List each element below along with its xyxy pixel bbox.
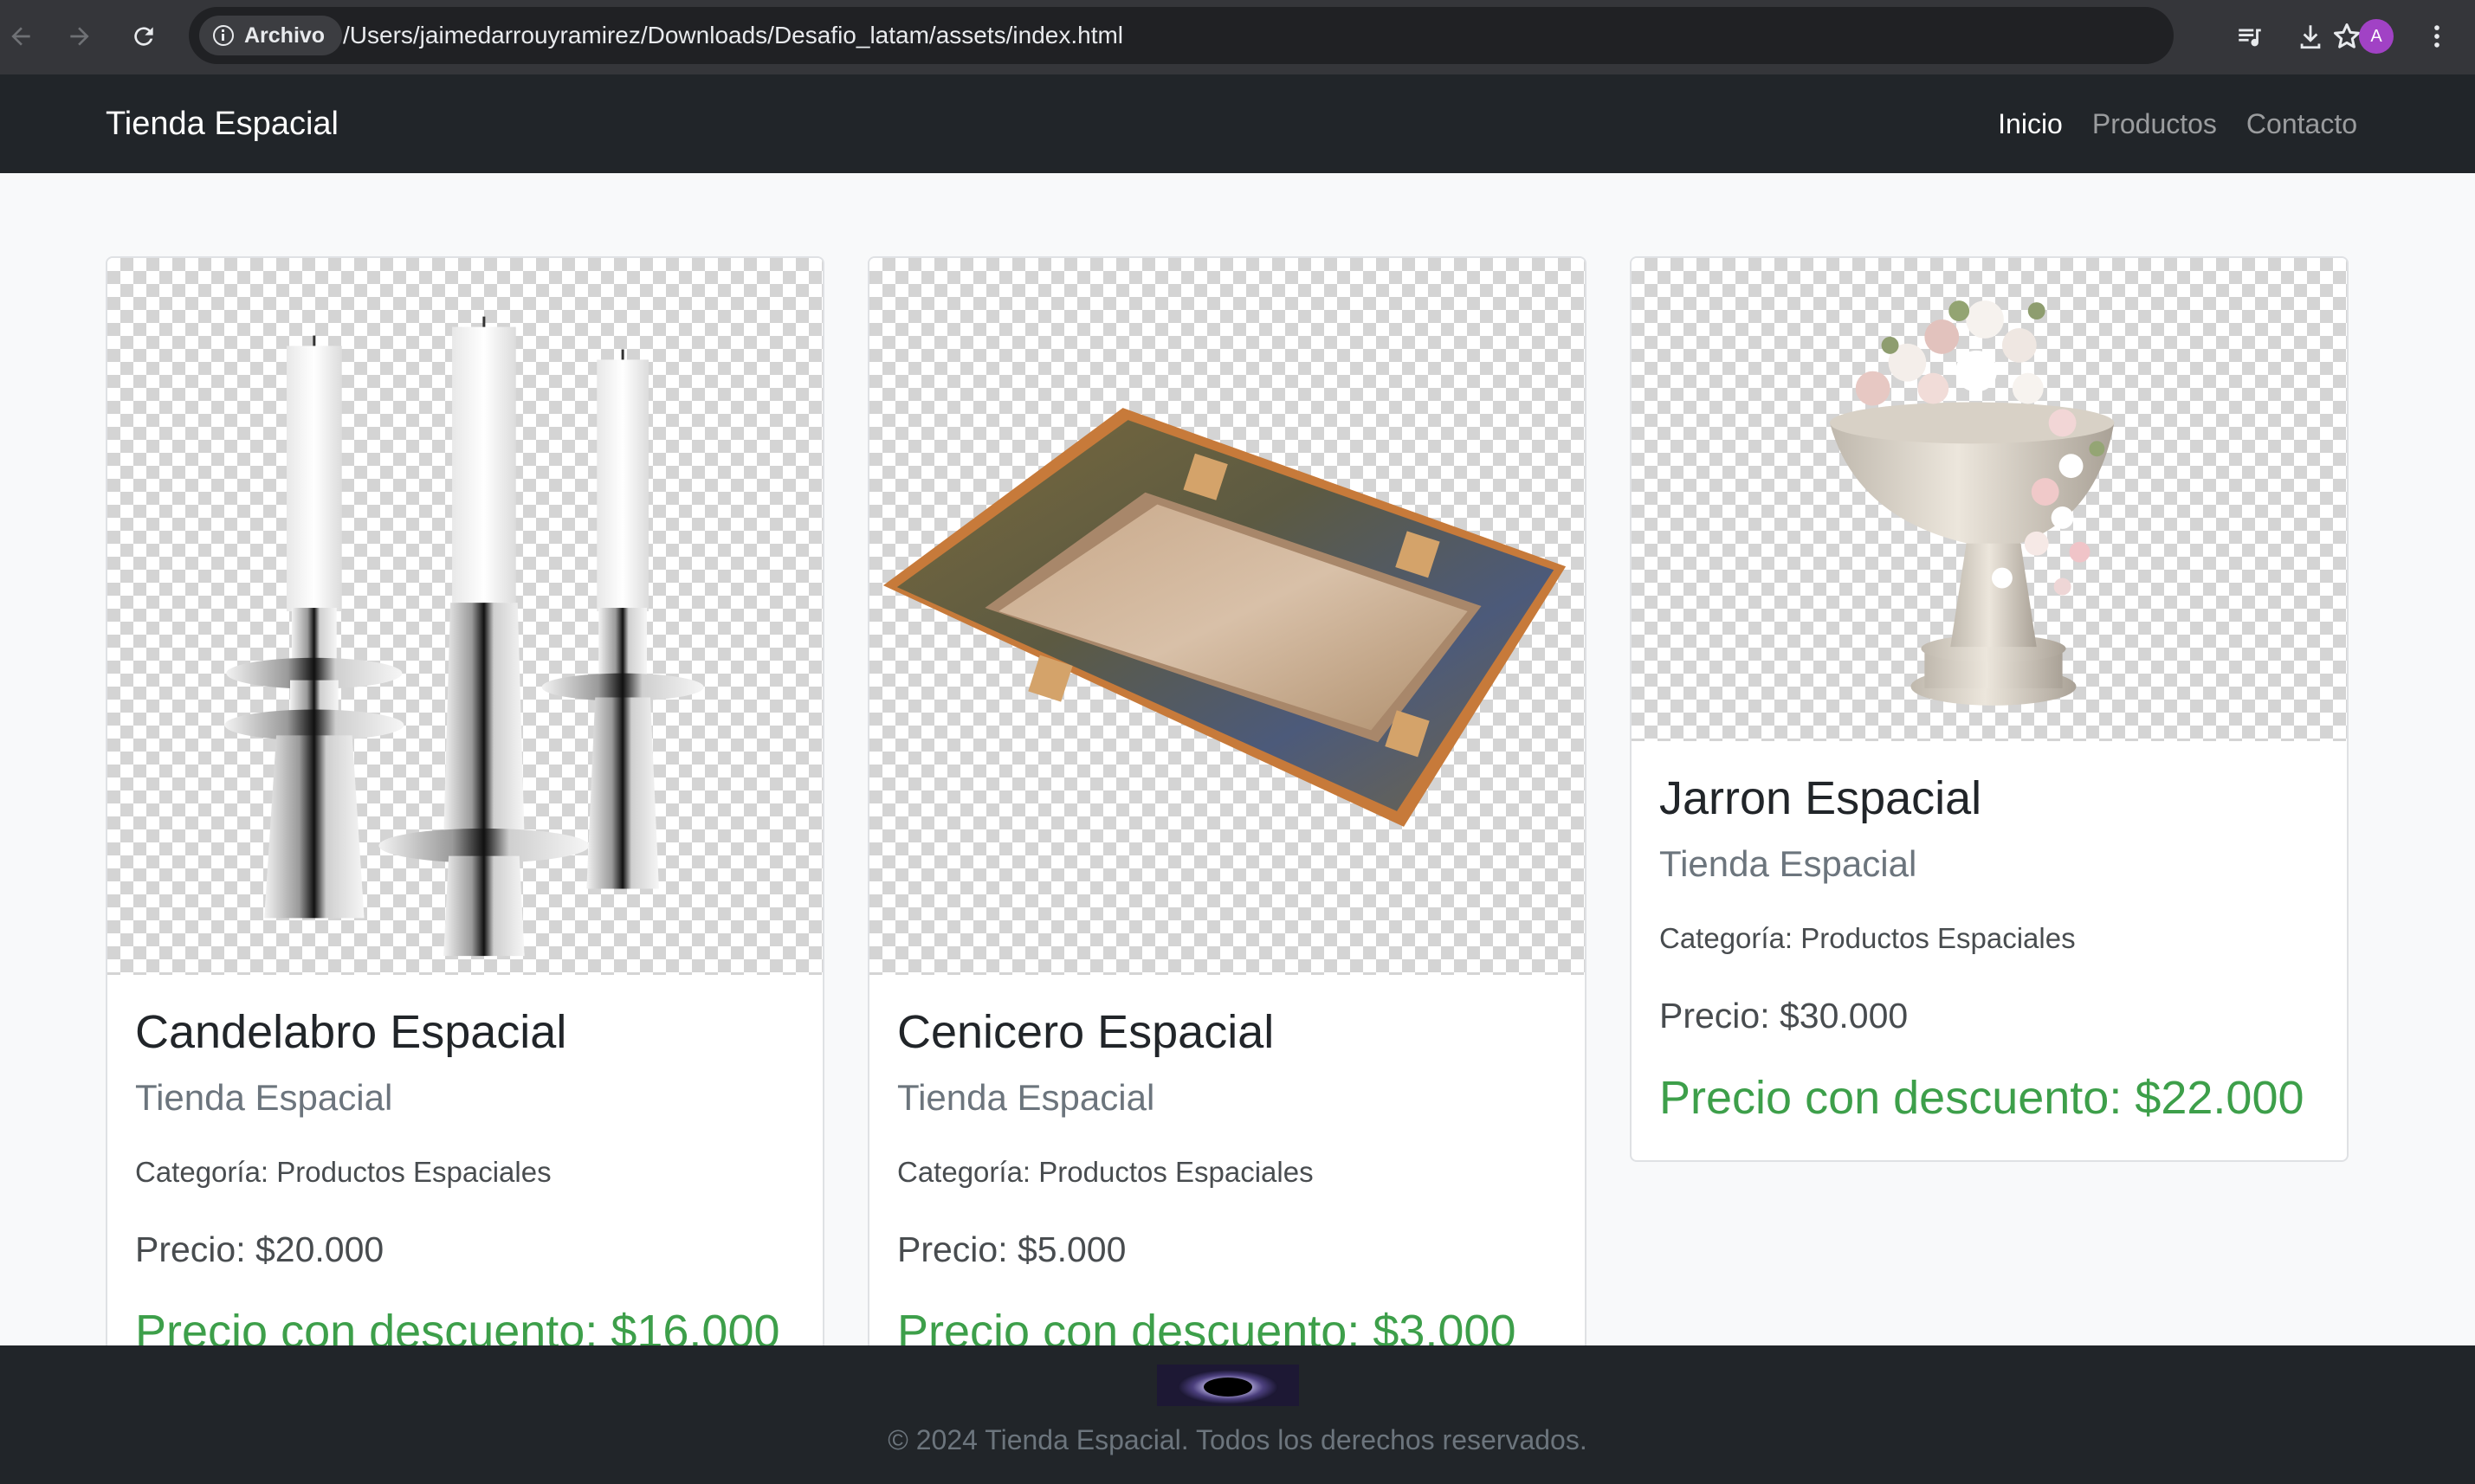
product-card: Cenicero Espacial Tienda Espacial Catego… [868, 256, 1586, 1396]
info-icon [213, 25, 234, 46]
nav-link-productos[interactable]: Productos [2092, 108, 2217, 140]
product-category: Categoría: Productos Espaciales [897, 1156, 1314, 1188]
playlist-music-icon [2239, 29, 2261, 47]
reload-icon [134, 27, 153, 46]
card-body: Candelabro Espacial Tienda Espacial Cate… [107, 975, 823, 1394]
ashtray-illustration [882, 408, 1567, 827]
product-price: Precio: $5.000 [897, 1229, 1127, 1269]
arrow-right-icon [70, 27, 89, 46]
copyright-text: © 2024 Tienda Espacial. Todos los derech… [888, 1424, 1587, 1455]
url-text[interactable]: /Users/jaimedarrouyramirez/Downloads/Des… [343, 7, 1123, 64]
product-discount-price: Precio con descuento: $22.000 [1659, 1072, 2304, 1124]
site-footer: © 2024 Tienda Espacial. Todos los derech… [0, 1345, 2475, 1484]
product-category: Categoría: Productos Espaciales [135, 1156, 552, 1188]
download-icon [2300, 25, 2321, 49]
product-subtitle: Tienda Espacial [1659, 843, 1917, 884]
media-control-button[interactable] [2229, 16, 2271, 57]
address-bar[interactable]: Archivo /Users/jaimedarrouyramirez/Downl… [189, 7, 2360, 64]
kebab-menu-icon [2434, 25, 2439, 48]
browser-menu-button[interactable] [2416, 16, 2458, 57]
product-card: Jarron Espacial Tienda Espacial Categorí… [1630, 256, 2349, 1162]
site-navbar: Tienda Espacial Inicio Productos Contact… [0, 74, 2475, 173]
product-card: Candelabro Espacial Tienda Espacial Cate… [106, 256, 824, 1396]
nav-links: Inicio Productos Contacto [1998, 74, 2357, 173]
vase-illustration [1829, 300, 2115, 706]
ashtray-image [869, 258, 1585, 975]
card-body: Cenicero Espacial Tienda Espacial Catego… [869, 975, 1585, 1394]
brand-link[interactable]: Tienda Espacial [106, 74, 339, 173]
vase-image [1632, 258, 2347, 741]
nav-link-contacto[interactable]: Contacto [2246, 108, 2357, 140]
reload-button[interactable] [123, 16, 165, 57]
nav-link-inicio[interactable]: Inicio [1998, 108, 2063, 140]
site-info-chip[interactable]: Archivo [199, 16, 343, 55]
product-title: Candelabro Espacial [135, 1006, 567, 1058]
candelabra-image [107, 258, 823, 975]
browser-toolbar: Archivo /Users/jaimedarrouyramirez/Downl… [0, 0, 2475, 74]
downloads-button[interactable] [2290, 16, 2331, 57]
profile-avatar[interactable]: A [2359, 19, 2394, 54]
black-hole-logo [1157, 1365, 1299, 1406]
back-button[interactable] [0, 16, 42, 57]
product-title: Jarron Espacial [1659, 772, 1982, 824]
product-price: Precio: $30.000 [1659, 996, 1909, 1036]
product-title: Cenicero Espacial [897, 1006, 1275, 1058]
product-category: Categoría: Productos Espaciales [1659, 922, 2076, 954]
candelabra-illustration [224, 316, 704, 957]
forward-button[interactable] [59, 16, 100, 57]
bookmark-star-icon[interactable] [2331, 21, 2362, 52]
product-subtitle: Tienda Espacial [135, 1077, 393, 1118]
card-body: Jarron Espacial Tienda Espacial Categorí… [1632, 741, 2347, 1160]
arrow-left-icon [11, 27, 30, 46]
product-subtitle: Tienda Espacial [897, 1077, 1155, 1118]
product-price: Precio: $20.000 [135, 1229, 384, 1269]
site-chip-label: Archivo [244, 23, 326, 48]
